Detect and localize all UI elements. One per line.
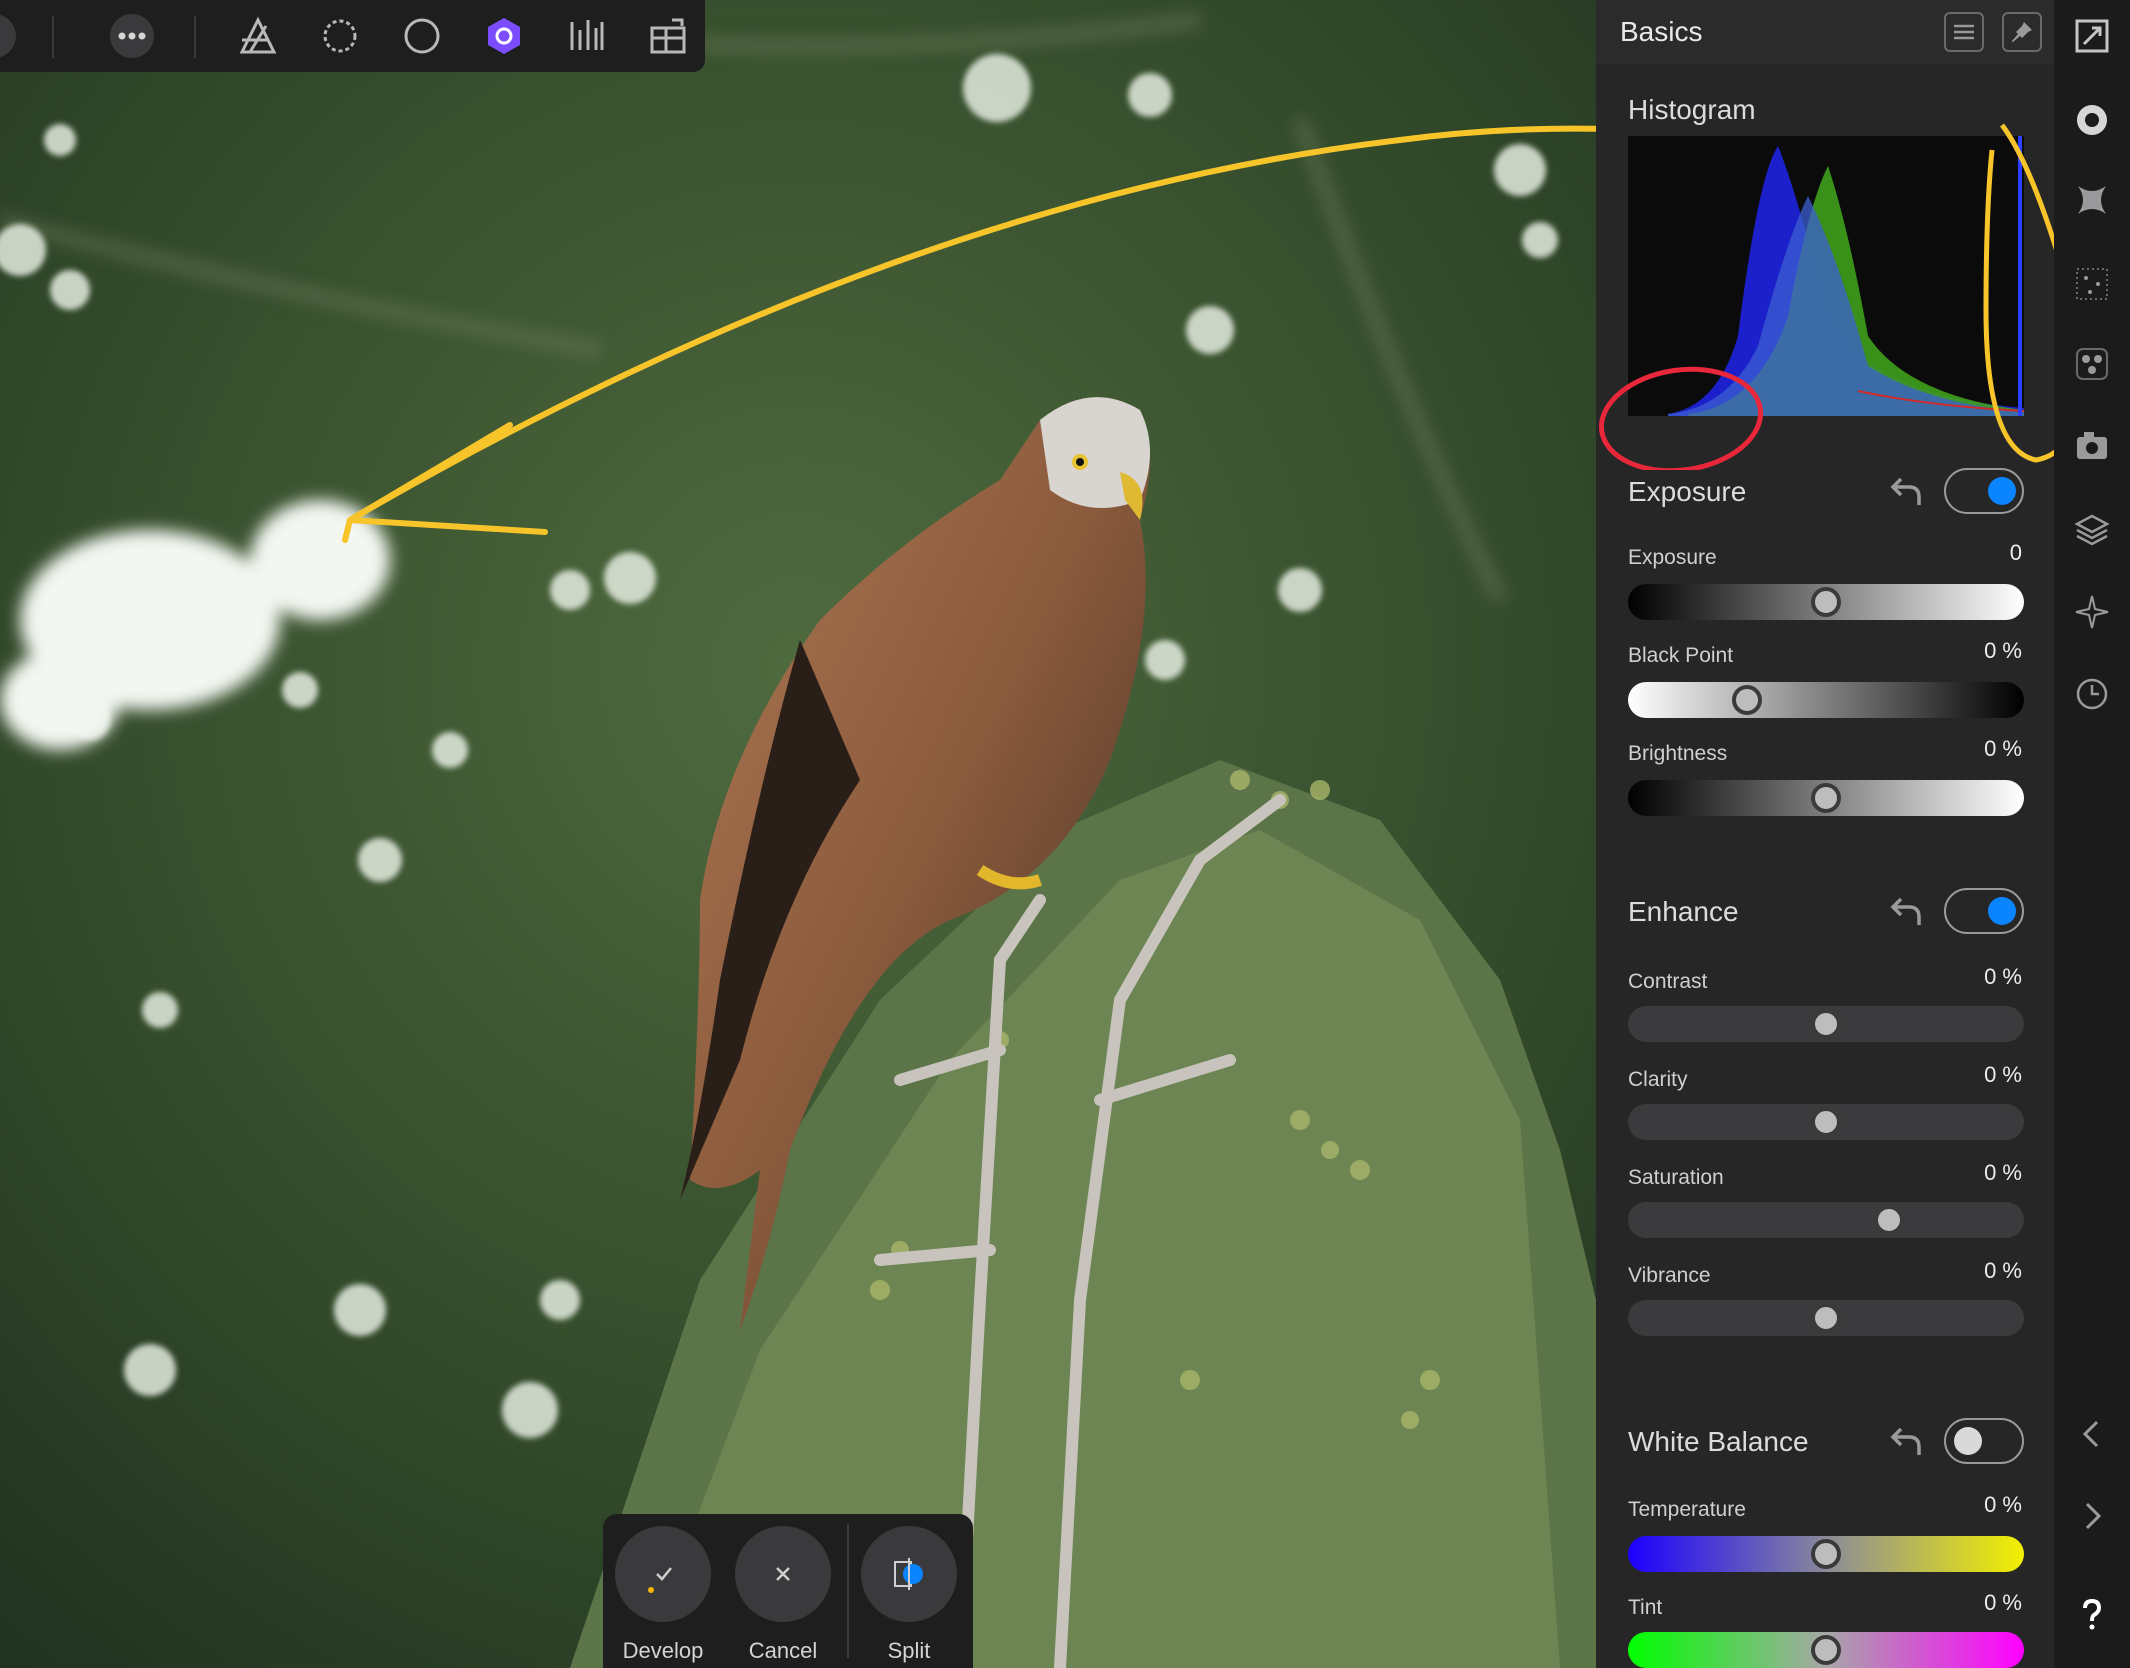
enhance-reset-icon[interactable] (1886, 890, 1926, 930)
layers-studio-icon[interactable] (2070, 508, 2114, 552)
fullscreen-icon[interactable] (2070, 14, 2114, 58)
develop-button[interactable] (615, 1526, 711, 1622)
presets-menu-icon[interactable] (1944, 12, 1984, 52)
vibrance-label: Vibrance (1628, 1264, 1711, 1287)
export-persona-icon[interactable] (644, 12, 692, 60)
develop-context-bar: Develop Cancel Split (603, 1514, 973, 1668)
chevron-right-icon[interactable] (2070, 1494, 2114, 1538)
brightness-slider[interactable] (1628, 780, 2024, 816)
split-view-button[interactable] (861, 1526, 957, 1622)
enhance-section-label: Enhance (1628, 896, 1739, 927)
levels-icon[interactable] (562, 12, 610, 60)
annotation-marks (1598, 123, 2054, 470)
back-button[interactable] (0, 12, 18, 60)
studio-rail (2054, 0, 2130, 1668)
contrast-slider[interactable] (1628, 1006, 2024, 1042)
annotation-arrow (342, 125, 1596, 543)
help-icon[interactable] (2070, 1592, 2114, 1636)
saturation-slider-knob[interactable] (1874, 1205, 1905, 1235)
tint-label: Tint (1628, 1596, 1663, 1619)
temperature-slider-knob[interactable] (1811, 1539, 1841, 1569)
brightness-slider-knob[interactable] (1811, 783, 1841, 813)
clarity-slider-knob[interactable] (1811, 1107, 1841, 1137)
contrast-label: Contrast (1628, 970, 1708, 993)
photo-canvas[interactable] (0, 0, 1596, 1668)
tone-mapping-persona-icon[interactable] (398, 12, 446, 60)
exposure-reset-icon[interactable] (1886, 470, 1926, 510)
more-icon[interactable] (108, 12, 156, 60)
exposure-slider-knob[interactable] (1811, 587, 1841, 617)
enhance-toggle[interactable] (1944, 888, 2024, 934)
develop-label: Develop (622, 1638, 704, 1663)
bottom-bar-divider (847, 1524, 849, 1658)
pin-icon[interactable] (2002, 12, 2042, 52)
temperature-label: Temperature (1628, 1498, 1746, 1521)
basics-studio-icon[interactable] (2070, 98, 2114, 142)
chevron-left-icon[interactable] (2070, 1412, 2114, 1456)
tint-slider[interactable] (1628, 1632, 2024, 1668)
saturation-value: 0 % (1984, 1160, 2022, 1185)
top-toolbar (0, 0, 705, 72)
panel-header: Basics (1596, 0, 2054, 64)
brightness-value: 0 % (1984, 736, 2022, 761)
clarity-value: 0 % (1984, 1062, 2022, 1087)
tones-studio-icon[interactable] (2070, 178, 2114, 222)
liquify-persona-icon[interactable] (316, 12, 364, 60)
exposure-toggle[interactable] (1944, 468, 2024, 514)
black-point-value: 0 % (1984, 638, 2022, 663)
toolbar-divider (52, 16, 54, 58)
tint-slider-knob[interactable] (1811, 1635, 1841, 1665)
vibrance-slider-knob[interactable] (1811, 1303, 1841, 1333)
white-balance-toggle[interactable] (1944, 1418, 2024, 1464)
panel-title: Basics (1620, 16, 1703, 47)
clarity-slider[interactable] (1628, 1104, 2024, 1140)
navigator-studio-icon[interactable] (2070, 590, 2114, 634)
split-label: Split (887, 1638, 931, 1663)
history-studio-icon[interactable] (2070, 672, 2114, 716)
noise-studio-icon[interactable] (2070, 262, 2114, 306)
temperature-slider[interactable] (1628, 1536, 2024, 1572)
exposure-slider[interactable] (1628, 584, 2024, 620)
cancel-label: Cancel (748, 1638, 818, 1663)
black-point-slider-knob[interactable] (1731, 685, 1762, 715)
white-balance-reset-icon[interactable] (1886, 1420, 1926, 1460)
vibrance-value: 0 % (1984, 1258, 2022, 1283)
black-point-slider[interactable] (1628, 682, 2024, 718)
vibrance-slider[interactable] (1628, 1300, 2024, 1336)
exposure-param-value: 0 (2009, 540, 2022, 565)
brightness-label: Brightness (1628, 742, 1728, 765)
saturation-slider[interactable] (1628, 1202, 2024, 1238)
lens-studio-icon[interactable] (2070, 424, 2114, 468)
contrast-slider-knob[interactable] (1811, 1009, 1841, 1039)
saturation-label: Saturation (1628, 1166, 1724, 1189)
clarity-label: Clarity (1628, 1068, 1688, 1091)
white-balance-section-label: White Balance (1628, 1426, 1809, 1457)
photo-persona-icon[interactable] (234, 12, 282, 60)
exposure-param-label: Exposure (1628, 546, 1717, 569)
details-studio-icon[interactable] (2070, 342, 2114, 386)
exposure-section-label: Exposure (1628, 476, 1747, 507)
develop-persona-icon[interactable] (480, 12, 528, 60)
tint-value: 0 % (1984, 1590, 2022, 1615)
basics-panel: Basics Histogram Exposure Exposure 0 Bla… (1596, 0, 2054, 1668)
contrast-value: 0 % (1984, 964, 2022, 989)
temperature-value: 0 % (1984, 1492, 2022, 1517)
toolbar-divider (194, 16, 196, 58)
black-point-label: Black Point (1628, 644, 1734, 667)
cancel-button[interactable] (735, 1526, 831, 1622)
